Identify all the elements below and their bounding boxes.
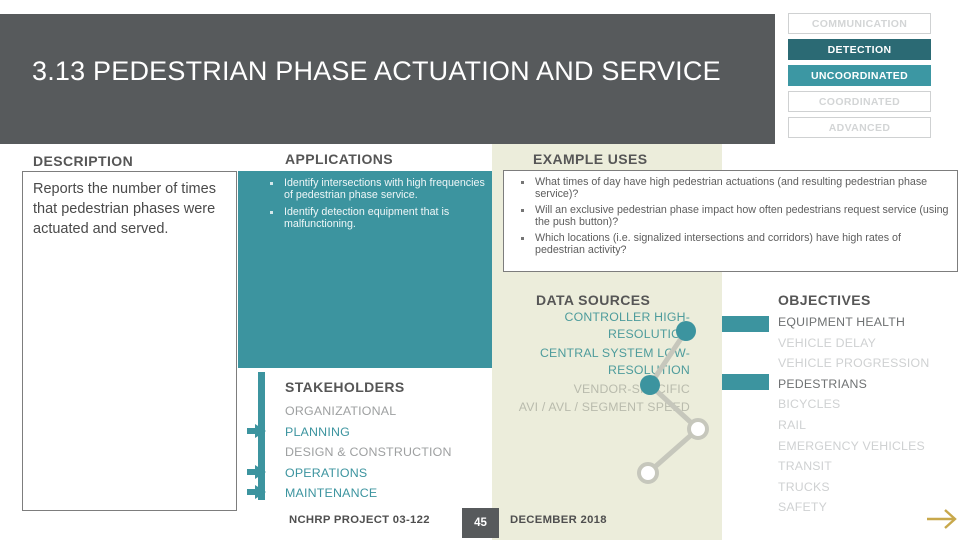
heading-stakeholders: STAKEHOLDERS	[285, 379, 405, 395]
tag-detection[interactable]: DETECTION	[788, 39, 931, 60]
stakeholder-design-construction: DESIGN & CONSTRUCTION	[285, 442, 500, 463]
heading-objectives: OBJECTIVES	[778, 292, 871, 308]
objective-transit: TRANSIT	[778, 459, 833, 474]
list-item: Identify detection equipment that is mal…	[261, 206, 486, 231]
stakeholder-operations: OPERATIONS	[247, 463, 500, 484]
objective-marker-pedestrians	[722, 374, 769, 390]
slide: 3.13 PEDESTRIAN PHASE ACTUATION AND SERV…	[0, 0, 960, 540]
stakeholder-organizational: ORGANIZATIONAL	[285, 401, 500, 422]
footer-date-label: DECEMBER 2018	[510, 514, 607, 526]
objective-emergency-vehicles: EMERGENCY VEHICLES	[778, 438, 925, 453]
list-item: What times of day have high pedestrian a…	[512, 176, 952, 201]
objective-equipment-health: EQUIPMENT HEALTH	[778, 315, 906, 329]
example-uses-list: What times of day have high pedestrian a…	[512, 176, 952, 259]
stakeholder-label: OPERATIONS	[285, 465, 368, 480]
stakeholder-planning: PLANNING	[247, 422, 500, 443]
tag-uncoordinated[interactable]: UNCOORDINATED	[788, 65, 931, 86]
stakeholder-label: DESIGN & CONSTRUCTION	[285, 445, 452, 459]
stakeholder-maintenance: MAINTENANCE	[247, 483, 500, 504]
objective-rail: RAIL	[778, 417, 807, 432]
list-item: Identify intersections with high frequen…	[261, 177, 486, 202]
description-text: Reports the number of times that pedestr…	[33, 181, 216, 237]
list-item: Which locations (i.e. signalized interse…	[512, 232, 952, 257]
list-item: Will an exclusive pedestrian phase impac…	[512, 204, 952, 229]
stakeholders-list: ORGANIZATIONAL PLANNING DESIGN & CONSTRU…	[247, 401, 500, 504]
tag-communication[interactable]: COMMUNICATION	[788, 13, 931, 34]
heading-example-uses: EXAMPLE USES	[533, 151, 648, 167]
objective-bicycles: BICYCLES	[778, 397, 841, 412]
page-title: 3.13 PEDESTRIAN PHASE ACTUATION AND SERV…	[32, 56, 721, 86]
stakeholder-label: MAINTENANCE	[285, 486, 378, 500]
tag-coordinated[interactable]: COORDINATED	[788, 91, 931, 112]
heading-description: DESCRIPTION	[33, 153, 134, 169]
data-source-node-chain	[637, 321, 709, 484]
heading-data-sources: DATA SOURCES	[536, 292, 651, 308]
stakeholder-label: ORGANIZATIONAL	[285, 404, 397, 418]
tag-advanced[interactable]: ADVANCED	[788, 117, 931, 138]
objective-trucks: TRUCKS	[778, 479, 830, 494]
objective-vehicle-progression: VEHICLE PROGRESSION	[778, 356, 930, 371]
arrow-right-icon	[255, 423, 266, 438]
page-number-badge: 45	[462, 508, 499, 538]
arrow-right-icon	[255, 464, 266, 479]
node-empty-icon	[637, 462, 659, 484]
node-filled-icon	[640, 375, 660, 395]
category-tag-list: COMMUNICATION DETECTION UNCOORDINATED CO…	[788, 13, 933, 143]
applications-list: Identify intersections with high frequen…	[261, 177, 486, 235]
objectives-list: EQUIPMENT HEALTH VEHICLE DELAY VEHICLE P…	[778, 313, 960, 519]
footer-project-label: NCHRP PROJECT 03-122	[289, 514, 430, 526]
stakeholder-label: PLANNING	[285, 424, 350, 439]
heading-applications: APPLICATIONS	[285, 151, 393, 167]
node-filled-icon	[676, 321, 696, 341]
objective-marker-equipment-health	[722, 316, 769, 332]
arrow-right-icon	[255, 485, 266, 499]
node-empty-icon	[687, 418, 709, 440]
objective-vehicle-delay: VEHICLE DELAY	[778, 335, 877, 350]
next-slide-arrow-icon[interactable]	[926, 504, 958, 534]
objective-pedestrians: PEDESTRIANS	[778, 376, 867, 391]
